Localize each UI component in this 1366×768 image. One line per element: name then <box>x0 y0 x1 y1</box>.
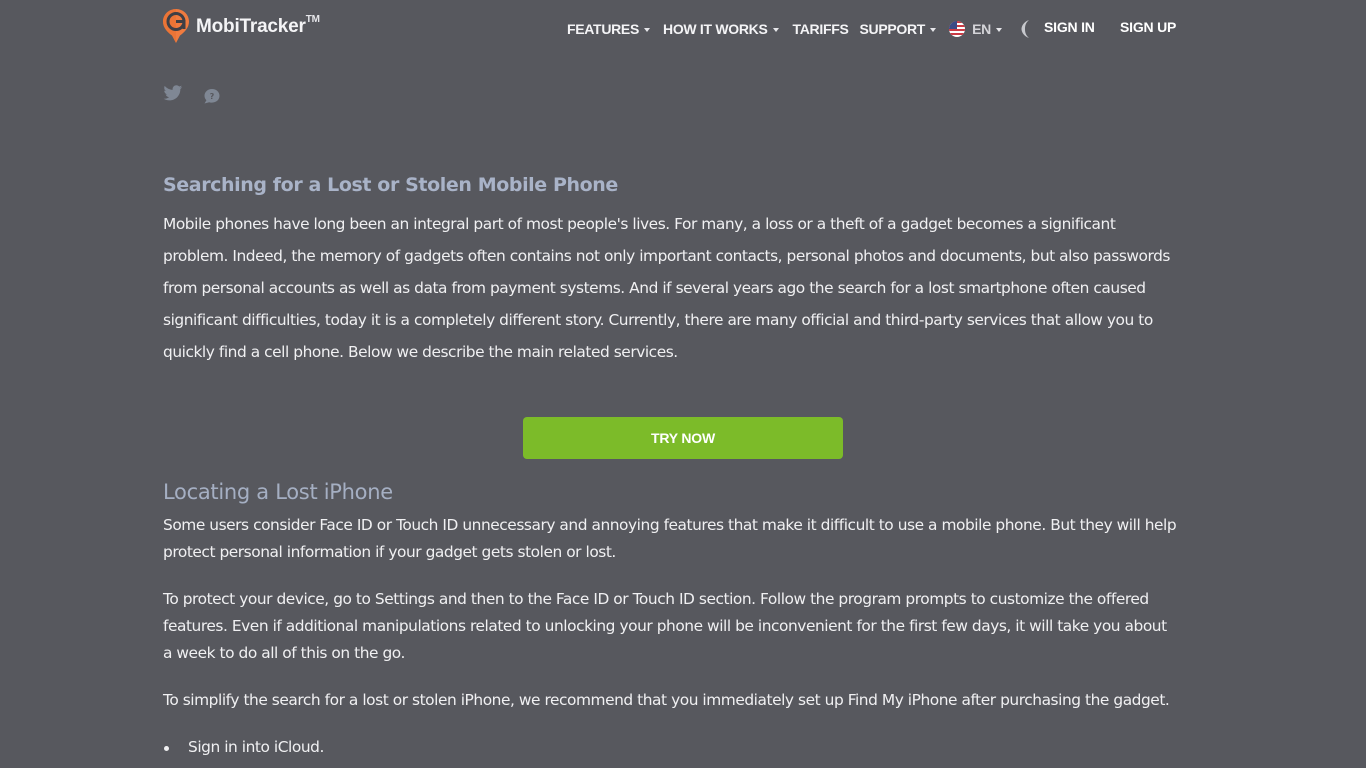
theme-toggle[interactable] <box>1020 19 1032 39</box>
list-item-text: Sign in into iCloud. <box>188 738 324 756</box>
paragraph-line: from personal accounts as well as data f… <box>163 279 1146 297</box>
chevron-down-icon <box>995 27 1002 32</box>
us-flag-icon <box>949 21 966 37</box>
nav-how-it-works-label: HOW IT WORKS <box>663 21 768 37</box>
trademark-mark: TM <box>305 14 320 25</box>
section-title-search: Searching for a Lost or Stolen Mobile Ph… <box>163 174 618 196</box>
bullet-icon <box>164 746 169 751</box>
nav-how-it-works[interactable]: HOW IT WORKS <box>663 21 779 37</box>
intro-paragraph: Mobile phones have long been an integral… <box>163 208 1208 368</box>
nav-features[interactable]: FEATURES <box>567 21 651 37</box>
paragraph-line: To protect your device, go to Settings a… <box>163 590 1149 608</box>
sign-in-link[interactable]: SIGN IN <box>1044 19 1095 35</box>
chevron-down-icon <box>772 27 779 32</box>
nav-support[interactable]: SUPPORT <box>859 21 937 37</box>
paragraph-line: quickly find a cell phone. Below we desc… <box>163 343 678 361</box>
social-links: ? <box>163 82 221 105</box>
paragraph-line: significant difficulties, today it is a … <box>163 311 1153 329</box>
paragraph: To simplify the search for a lost or sto… <box>163 687 1208 714</box>
paragraph-line: features. Even if additional manipulatio… <box>163 617 1167 635</box>
chevron-down-icon <box>644 27 651 32</box>
sign-up-link[interactable]: SIGN UP <box>1120 19 1176 35</box>
section-title-iphone: Locating a Lost iPhone <box>163 480 393 504</box>
site-header: MobiTrackerTM FEATURES HOW IT WORKS TARI… <box>0 0 1366 58</box>
language-selector[interactable]: EN <box>949 21 1002 37</box>
chevron-down-icon <box>930 27 937 32</box>
main-nav: FEATURES HOW IT WORKS TARIFFS SUPPORT EN <box>567 19 1032 39</box>
setup-steps-list: Sign in into iCloud. <box>163 734 1208 761</box>
nav-tariffs-label: TARIFFS <box>792 21 849 37</box>
paragraph-line: protect personal information if your gad… <box>163 543 616 561</box>
brand-logo[interactable]: MobiTrackerTM <box>162 8 320 44</box>
moon-icon <box>1021 20 1029 38</box>
twitter-icon[interactable] <box>163 85 183 102</box>
brand-name: MobiTrackerTM <box>196 14 320 37</box>
paragraph: Some users consider Face ID or Touch ID … <box>163 512 1208 566</box>
article-section-search: Searching for a Lost or Stolen Mobile Ph… <box>163 174 1208 368</box>
location-pin-logo-icon <box>163 9 189 43</box>
svg-text:?: ? <box>210 92 215 101</box>
paragraph-line: a week to do all of this on the go. <box>163 644 405 662</box>
list-item: Sign in into iCloud. <box>163 734 1208 761</box>
nav-features-label: FEATURES <box>567 21 640 37</box>
language-label: EN <box>972 21 991 37</box>
try-now-button[interactable]: TRY NOW <box>523 417 843 459</box>
help-chat-icon[interactable]: ? <box>203 88 221 105</box>
paragraph-line: Mobile phones have long been an integral… <box>163 215 1116 233</box>
nav-tariffs[interactable]: TARIFFS <box>793 21 849 37</box>
article-section-iphone: Locating a Lost iPhone Some users consid… <box>163 480 1208 761</box>
paragraph-line: To simplify the search for a lost or sto… <box>163 691 1170 709</box>
nav-support-label: SUPPORT <box>859 21 926 37</box>
paragraph-line: Some users consider Face ID or Touch ID … <box>163 516 1177 534</box>
paragraph: To protect your device, go to Settings a… <box>163 586 1208 667</box>
paragraph-line: problem. Indeed, the memory of gadgets o… <box>163 247 1171 265</box>
